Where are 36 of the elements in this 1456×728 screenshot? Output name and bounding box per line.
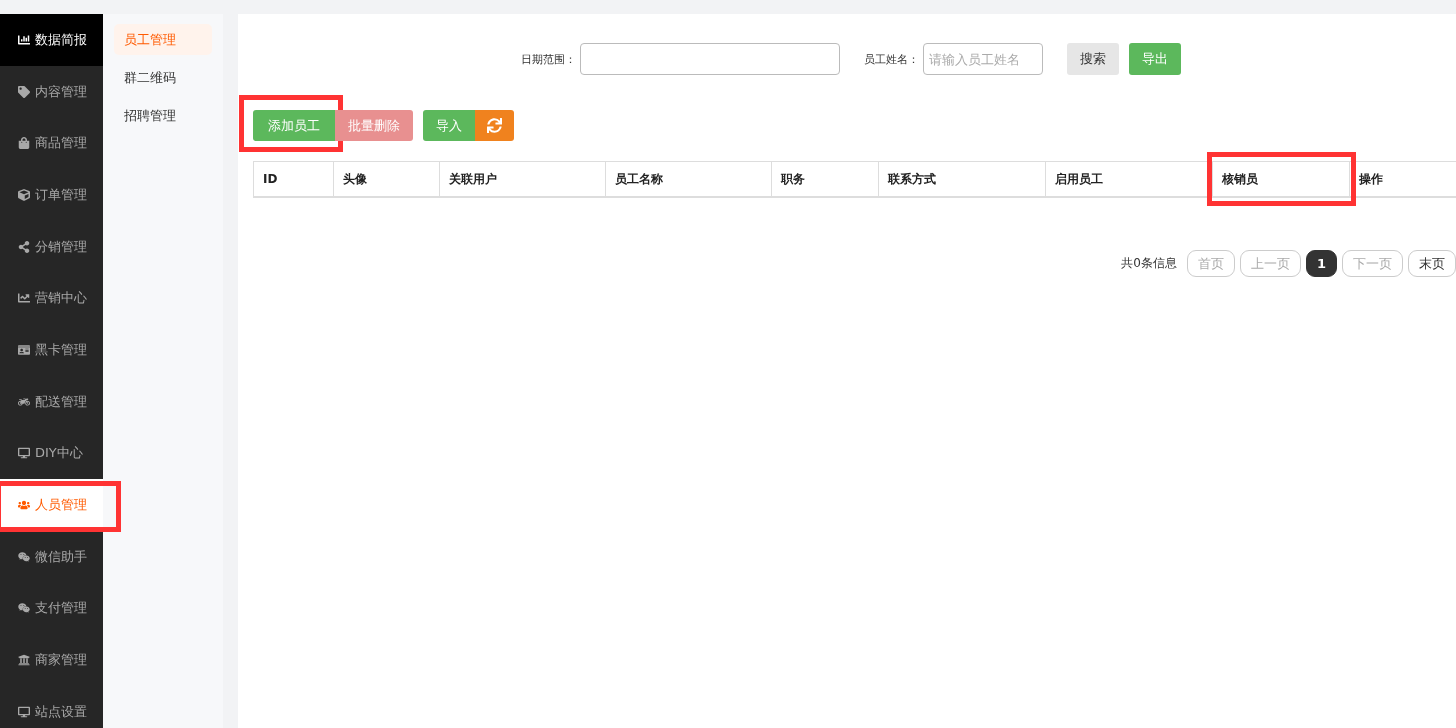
input-field[interactable]: 请输入员工姓名	[923, 43, 1043, 75]
users-icon	[18, 499, 30, 512]
column-header: 职务	[779, 170, 806, 188]
field-label: 日期范围：	[521, 51, 576, 67]
column-header: ID	[262, 171, 279, 188]
input-field[interactable]	[580, 43, 840, 75]
column-header: 操作	[1358, 170, 1384, 188]
bank-icon	[18, 654, 30, 667]
page-button[interactable]: 末页	[1408, 250, 1456, 277]
bar-chart-icon	[18, 33, 30, 46]
tag-icon	[18, 85, 30, 98]
sidebar-item[interactable]: 数据简报	[0, 14, 103, 66]
bag-icon	[18, 137, 30, 150]
record-count: 共0条信息	[1121, 255, 1177, 272]
submenu-item[interactable]: 招聘管理	[114, 100, 212, 131]
line-chart-icon	[18, 292, 30, 305]
monitor-icon	[18, 705, 30, 718]
field-label: 员工姓名：	[864, 51, 919, 67]
column-header: 启用员工	[1054, 170, 1104, 188]
refresh-button[interactable]	[475, 110, 514, 141]
column-header: 联系方式	[886, 170, 937, 188]
column-header: 员工名称	[614, 170, 664, 188]
column-header: 关联用户	[448, 170, 498, 188]
column-header: 头像	[342, 170, 368, 188]
submenu-item[interactable]: 群二维码	[114, 62, 212, 93]
motorcycle-icon	[18, 395, 30, 408]
cube-icon	[18, 188, 30, 201]
search-button[interactable]: 搜索	[1067, 43, 1119, 75]
chat-icon	[18, 602, 30, 615]
chat-icon	[18, 550, 30, 563]
share-icon	[18, 240, 30, 253]
column-header: 核销员	[1221, 170, 1259, 188]
monitor-icon	[18, 447, 30, 460]
id-card-icon	[18, 343, 30, 356]
refresh-icon	[487, 118, 502, 133]
page-button[interactable]: 1	[1305, 250, 1337, 277]
